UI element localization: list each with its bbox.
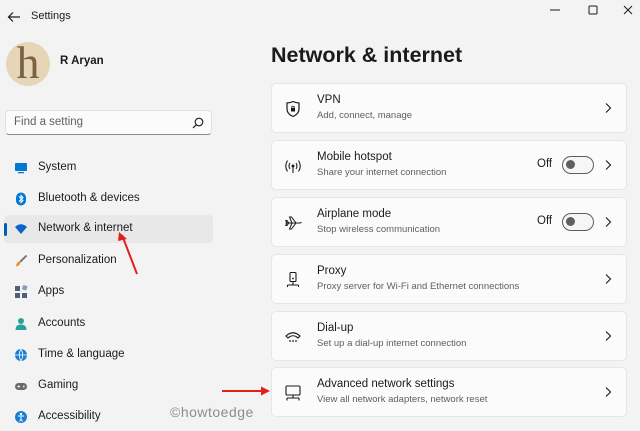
search-box[interactable]: Find a setting — [5, 110, 212, 135]
card-vpn[interactable]: VPN Add, connect, manage — [271, 83, 627, 133]
card-mobile-hotspot[interactable]: Mobile hotspot Share your internet conne… — [271, 140, 627, 190]
accessibility-icon — [15, 411, 27, 423]
card-subtitle: Add, connect, manage — [317, 110, 413, 121]
user-name: R Aryan — [60, 55, 104, 67]
minimize-icon — [550, 9, 560, 11]
monitor-network-icon — [285, 385, 301, 401]
sidebar-item-label: Apps — [38, 285, 65, 297]
globe-icon — [15, 348, 27, 362]
card-subtitle: Stop wireless communication — [317, 224, 441, 235]
card-airplane-mode[interactable]: Airplane mode Stop wireless communicatio… — [271, 197, 627, 247]
toggle-knob — [566, 217, 575, 226]
wifi-icon — [15, 224, 27, 234]
card-title: Airplane mode — [317, 208, 392, 220]
sidebar-item-gaming[interactable]: Gaming — [4, 372, 213, 400]
airplane-icon — [285, 216, 302, 230]
brush-icon — [16, 254, 28, 267]
hotspot-icon — [285, 160, 301, 173]
card-title: Dial-up — [317, 322, 354, 334]
back-arrow-icon[interactable] — [6, 9, 22, 25]
sidebar-item-time-language[interactable]: Time & language — [4, 341, 213, 369]
title-bar: Settings — [0, 0, 640, 34]
card-subtitle: Share your internet connection — [317, 167, 447, 178]
minimize-button[interactable] — [544, 3, 566, 17]
annotation-arrow-right — [222, 386, 270, 396]
card-title: VPN — [317, 94, 341, 106]
proxy-icon — [286, 271, 300, 287]
gamepad-icon — [15, 383, 27, 390]
chevron-right-icon — [605, 274, 612, 284]
dialup-icon — [285, 332, 301, 342]
chevron-right-icon — [605, 103, 612, 113]
maximize-button[interactable] — [582, 3, 604, 17]
card-title: Proxy — [317, 265, 347, 277]
sidebar-item-label: System — [38, 161, 77, 173]
avatar[interactable]: h — [6, 42, 50, 86]
toggle-knob — [566, 160, 575, 169]
close-icon — [623, 5, 633, 15]
toggle-state-label: Off — [537, 158, 553, 170]
card-subtitle: Proxy server for Wi-Fi and Ethernet conn… — [317, 281, 520, 292]
mobile-hotspot-toggle[interactable] — [562, 156, 594, 174]
sidebar-item-personalization[interactable]: Personalization — [4, 247, 213, 275]
apps-icon — [15, 285, 28, 298]
shield-icon — [286, 100, 300, 118]
sidebar-item-bluetooth[interactable]: Bluetooth & devices — [4, 185, 213, 213]
sidebar-item-label: Time & language — [38, 348, 125, 360]
card-proxy[interactable]: Proxy Proxy server for Wi-Fi and Etherne… — [271, 254, 627, 304]
maximize-icon — [588, 5, 598, 15]
sidebar-item-label: Bluetooth & devices — [38, 192, 140, 204]
search-input[interactable]: Find a setting — [14, 116, 83, 128]
sidebar-item-label: Gaming — [38, 379, 79, 391]
toggle-state-label: Off — [537, 215, 553, 227]
sidebar-item-label: Personalization — [38, 254, 117, 266]
sidebar-item-accounts[interactable]: Accounts — [4, 310, 213, 338]
chevron-right-icon — [605, 160, 612, 170]
accounts-icon — [15, 318, 27, 330]
chevron-right-icon — [605, 217, 612, 227]
sidebar-item-label: Accessibility — [38, 410, 101, 422]
sidebar-item-network[interactable]: Network & internet — [4, 215, 213, 243]
active-indicator — [4, 223, 7, 236]
sidebar-item-label: Accounts — [38, 317, 86, 329]
annotation-arrow-up — [118, 232, 138, 275]
card-advanced-network-settings[interactable]: Advanced network settings View all netwo… — [271, 367, 627, 417]
card-dial-up[interactable]: Dial-up Set up a dial-up internet connec… — [271, 311, 627, 361]
sidebar-item-apps[interactable]: Apps — [4, 278, 213, 306]
chevron-right-icon — [605, 331, 612, 341]
card-subtitle: View all network adapters, network reset — [317, 394, 488, 405]
search-icon[interactable] — [191, 116, 205, 130]
sidebar-item-system[interactable]: System — [4, 154, 213, 182]
system-icon — [15, 163, 27, 174]
chevron-right-icon — [605, 387, 612, 397]
page-title: Network & internet — [271, 43, 463, 67]
close-button[interactable] — [617, 3, 639, 17]
app-title: Settings — [31, 10, 71, 22]
bluetooth-icon — [16, 192, 26, 206]
watermark: ©howtoedge — [170, 404, 254, 420]
airplane-mode-toggle[interactable] — [562, 213, 594, 231]
card-subtitle: Set up a dial-up internet connection — [317, 338, 467, 349]
card-title: Advanced network settings — [317, 378, 455, 390]
card-title: Mobile hotspot — [317, 151, 392, 163]
avatar-letter: h — [16, 42, 40, 86]
